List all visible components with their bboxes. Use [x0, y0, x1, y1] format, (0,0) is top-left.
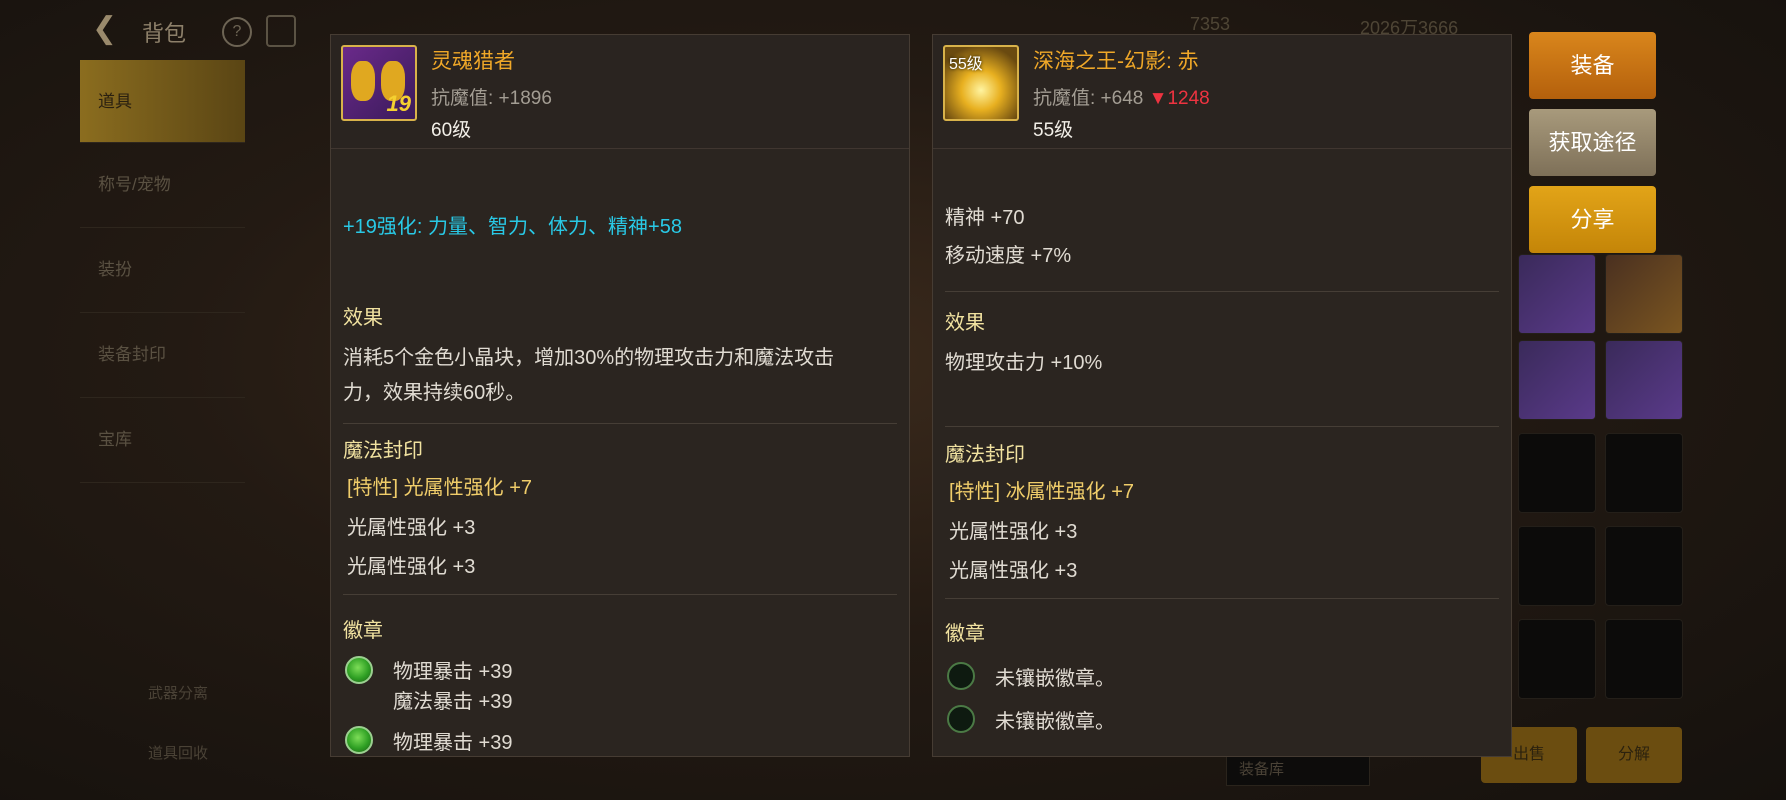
divider [343, 594, 897, 595]
tooltip-header: 55级 深海之王-幻影: 赤 抗魔值: +648 ▼1248 55级 [933, 35, 1511, 149]
green-gem-icon [345, 656, 373, 684]
divider [945, 291, 1499, 292]
tooltip-header: 19 灵魂猎者 抗魔值: +1896 60级 [331, 35, 909, 149]
badge-title: 徽章 [945, 623, 985, 645]
tab-items[interactable]: 道具 [80, 60, 245, 143]
anti-magic-label: 抗魔值: +648 [1033, 88, 1144, 109]
divider [945, 598, 1499, 599]
inventory-slot[interactable] [1605, 619, 1683, 699]
bag-title: 背包 [142, 21, 187, 46]
badge-empty-text: 未镶嵌徽章。 [995, 668, 1115, 690]
seal-line: 光属性强化 +3 [949, 560, 1078, 582]
help-icon[interactable]: ? [222, 17, 252, 47]
effect-title: 效果 [343, 307, 383, 329]
seal-title: 魔法封印 [945, 444, 1025, 466]
tooltip-body: 精神 +70 移动速度 +7% 效果 物理攻击力 +10% 魔法封印 [特性] … [933, 148, 1511, 756]
tab-vault[interactable]: 宝库 [80, 398, 245, 483]
seal-line: 光属性强化 +3 [347, 517, 476, 539]
seal-trait: [特性] 冰属性强化 +7 [949, 481, 1135, 503]
divider [945, 426, 1499, 427]
item-level: 60级 [431, 120, 472, 141]
inventory-slot[interactable] [1605, 254, 1683, 334]
divider [343, 423, 897, 424]
badge-stat: 魔法暴击 +39 [393, 691, 513, 713]
effect-title: 效果 [945, 312, 985, 334]
item-name: 深海之王-幻影: 赤 [1033, 50, 1199, 73]
tab-titles-pets[interactable]: 称号/宠物 [80, 143, 245, 228]
filter-select[interactable]: 装备库 [1226, 752, 1370, 786]
item-level: 55级 [1033, 120, 1074, 141]
item-recycle-link[interactable]: 道具回收 [148, 742, 208, 763]
item-level-badge: 55级 [949, 56, 983, 73]
anti-magic-value: 抗魔值: +1896 [431, 88, 552, 109]
anti-magic-value: 抗魔值: +648 ▼1248 [1033, 83, 1210, 110]
inventory-slot[interactable] [1605, 526, 1683, 606]
inventory-slot[interactable] [1518, 619, 1596, 699]
sidebar: 道具 称号/宠物 装扮 装备封印 宝库 [80, 60, 245, 483]
badge-title: 徽章 [343, 620, 383, 642]
badge-stat: 物理暴击 +39 [393, 732, 513, 754]
inventory-slot[interactable] [1518, 340, 1596, 420]
anti-magic-diff: ▼1248 [1148, 88, 1210, 109]
inventory-slot[interactable] [1518, 526, 1596, 606]
enhance-line: +19强化: 力量、智力、体力、精神+58 [343, 216, 682, 238]
inventory-slot[interactable] [1518, 254, 1596, 334]
item-icon: 55级 [943, 45, 1019, 121]
share-button[interactable]: 分享 [1529, 186, 1656, 253]
gold-count: 7353 [1190, 14, 1231, 34]
item-name: 灵魂猎者 [431, 50, 515, 73]
figure-icon [351, 61, 375, 101]
seal-title: 魔法封印 [343, 440, 423, 462]
acquire-source-button[interactable]: 获取途径 [1529, 109, 1656, 176]
effect-text: 消耗5个金色小晶块，增加30%的物理攻击力和魔法攻击 [343, 347, 835, 369]
weapon-separate-link[interactable]: 武器分离 [148, 682, 208, 703]
effect-text: 物理攻击力 +10% [945, 352, 1103, 374]
back-arrow-icon[interactable]: ❮ [92, 12, 126, 46]
tab-equip-seal[interactable]: 装备封印 [80, 313, 245, 398]
empty-gem-slot-icon [947, 705, 975, 733]
equip-button[interactable]: 装备 [1529, 32, 1656, 99]
sort-icon[interactable] [266, 15, 296, 47]
effect-text: 力，效果持续60秒。 [343, 382, 526, 404]
inventory-slot[interactable] [1605, 433, 1683, 513]
seal-trait: [特性] 光属性强化 +7 [347, 477, 533, 499]
enhance-level-badge: 19 [386, 91, 411, 116]
badge-stat: 物理暴击 +39 [393, 661, 513, 683]
green-gem-icon [345, 726, 373, 754]
tab-costume[interactable]: 装扮 [80, 228, 245, 313]
inventory-slot[interactable] [1518, 433, 1596, 513]
item-icon: 19 [341, 45, 417, 121]
stat-line: 移动速度 +7% [945, 245, 1072, 267]
item-tooltip-current: 19 灵魂猎者 抗魔值: +1896 60级 +19强化: 力量、智力、体力、精… [330, 34, 910, 757]
seal-line: 光属性强化 +3 [949, 521, 1078, 543]
stat-line: 精神 +70 [945, 207, 1025, 229]
tooltip-body: +19强化: 力量、智力、体力、精神+58 效果 消耗5个金色小晶块，增加30%… [331, 148, 909, 756]
seal-line: 光属性强化 +3 [347, 556, 476, 578]
item-tooltip-compare: 55级 深海之王-幻影: 赤 抗魔值: +648 ▼1248 55级 精神 +7… [932, 34, 1512, 757]
disassemble-button[interactable]: 分解 [1586, 727, 1682, 783]
inventory-slot[interactable] [1605, 340, 1683, 420]
badge-empty-text: 未镶嵌徽章。 [995, 711, 1115, 733]
empty-gem-slot-icon [947, 662, 975, 690]
